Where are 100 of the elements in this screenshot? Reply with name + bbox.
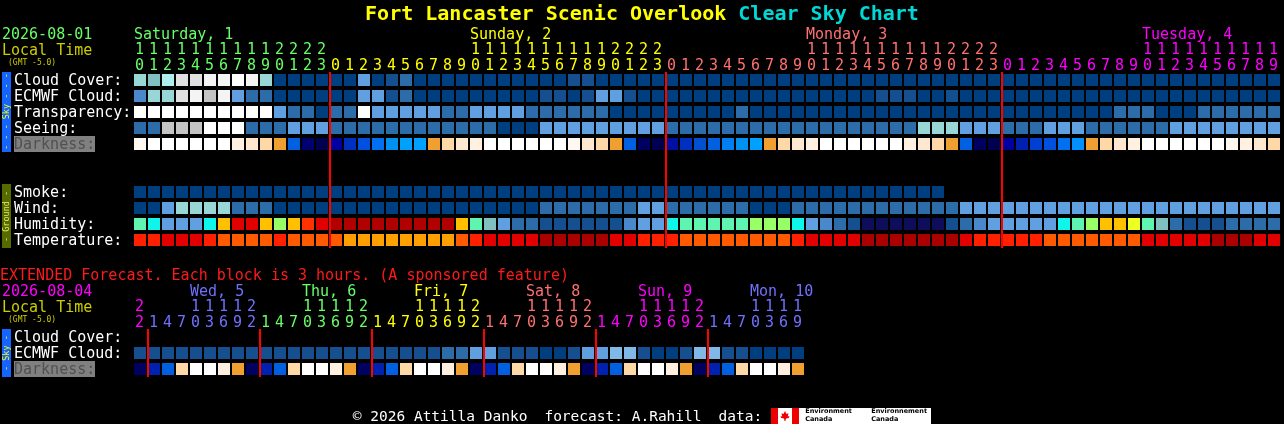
hour-digit: 0 [303, 315, 313, 329]
hour-digit: 0 [611, 58, 621, 72]
hour-digit: 9 [457, 315, 467, 329]
hour-digit: 0 [1143, 58, 1153, 72]
hour-digit: 0 [639, 315, 649, 329]
hour-digit: 1 [499, 42, 509, 58]
hour-digit: 1 [569, 299, 579, 315]
hour-digit: 1 [541, 299, 551, 315]
hour-digit: 1 [919, 42, 929, 58]
hour-digit: 1 [471, 42, 481, 58]
hour-digit: 0 [1003, 58, 1013, 72]
hour-digit: 7 [737, 315, 747, 329]
section-side-label: - Ground - [2, 184, 11, 248]
hour-digit: 6 [415, 58, 425, 72]
row-label: Seeing: [14, 120, 78, 136]
hour-digit: 2 [471, 299, 481, 315]
day-label: Wed, 5 [190, 283, 245, 299]
hour-digit: 1 [583, 42, 593, 58]
hour-digit: 2 [975, 42, 985, 58]
hour-digit: 1 [135, 42, 145, 58]
hour-digit: 2 [359, 58, 369, 72]
hour-digit: 4 [723, 315, 733, 329]
hour-digit: 1 [261, 42, 271, 58]
hour-digit: 1 [835, 42, 845, 58]
hour-digit: 7 [569, 58, 579, 72]
hour-digit: 1 [485, 42, 495, 58]
hour-digit: 3 [709, 58, 719, 72]
hour-digit: 1 [177, 42, 187, 58]
hour-digit: 9 [569, 315, 579, 329]
hour-digit: 8 [919, 58, 929, 72]
row-label: Wind: [14, 200, 60, 216]
hour-digit: 6 [667, 315, 677, 329]
hour-digit: 8 [779, 58, 789, 72]
hour-digit: 6 [751, 58, 761, 72]
hour-digit: 4 [723, 58, 733, 72]
hour-digit: 5 [541, 58, 551, 72]
timezone-label: (GMT -5.0) [8, 315, 57, 324]
hour-digit: 9 [933, 58, 943, 72]
hour-digit: 1 [163, 42, 173, 58]
hour-digit: 6 [779, 315, 789, 329]
hour-digit: 2 [989, 42, 999, 58]
hour-digit: 2 [1031, 58, 1041, 72]
day-label: Mon, 10 [750, 283, 814, 299]
hour-digit: 7 [905, 58, 915, 72]
hour-digit: 1 [793, 299, 803, 315]
hour-digit: 7 [233, 58, 243, 72]
hour-digit: 1 [513, 42, 523, 58]
hour-digit: 5 [205, 58, 215, 72]
hour-digit: 2 [163, 58, 173, 72]
hour-digit: 1 [457, 299, 467, 315]
hour-digit: 9 [1269, 58, 1279, 72]
day-label: Sat, 8 [526, 283, 581, 299]
hour-digit: 1 [1241, 42, 1251, 58]
hour-digit: 8 [443, 58, 453, 72]
row-label: Humidity: [14, 216, 96, 232]
hour-digit: 3 [989, 58, 999, 72]
hour-digit: 3 [317, 58, 327, 72]
hour-digit: 9 [793, 58, 803, 72]
hour-digit: 2 [583, 315, 593, 329]
hour-digit: 4 [387, 315, 397, 329]
hour-digit: 5 [1073, 58, 1083, 72]
hour-digit: 4 [1059, 58, 1069, 72]
hour-digit: 1 [1255, 42, 1265, 58]
hour-digit: 0 [807, 58, 817, 72]
hour-digit: 1 [345, 299, 355, 315]
hour-digit: 9 [681, 315, 691, 329]
hour-digit: 1 [219, 42, 229, 58]
day-label: Monday, 3 [806, 26, 888, 42]
hour-digit: 1 [331, 299, 341, 315]
hour-digit: 4 [275, 315, 285, 329]
hour-digit: 1 [303, 299, 313, 315]
hour-digit: 0 [527, 315, 537, 329]
hour-digit: 1 [667, 299, 677, 315]
hour-digit: 3 [317, 315, 327, 329]
hour-digit: 1 [597, 42, 607, 58]
hour-digit: 4 [499, 315, 509, 329]
hour-digit: 1 [1185, 42, 1195, 58]
hour-digit: 3 [513, 58, 523, 72]
hour-digit: 1 [1199, 42, 1209, 58]
flag-icon [771, 407, 800, 424]
hour-digit: 7 [513, 315, 523, 329]
hour-digit: 1 [485, 58, 495, 72]
hour-digit: 3 [429, 315, 439, 329]
hour-digit: 5 [1213, 58, 1223, 72]
hour-digit: 1 [639, 299, 649, 315]
row-label: Cloud Cover: [14, 72, 123, 88]
hour-digit: 1 [317, 299, 327, 315]
hour-digit: 2 [583, 299, 593, 315]
extended-notice: EXTENDED Forecast. Each block is 3 hours. (A sponsored feature) [0, 267, 569, 283]
row-label: ECMWF Cloud: [14, 88, 123, 104]
hour-digit: 4 [611, 315, 621, 329]
hour-digit: 6 [219, 58, 229, 72]
hour-digit: 1 [219, 299, 229, 315]
hour-digit: 3 [1185, 58, 1195, 72]
hour-digit: 7 [625, 315, 635, 329]
hour-digit: 1 [373, 315, 383, 329]
hour-digit: 1 [1157, 42, 1167, 58]
hour-digit: 9 [261, 58, 271, 72]
hour-digit: 1 [541, 42, 551, 58]
hour-digit: 1 [1269, 42, 1279, 58]
